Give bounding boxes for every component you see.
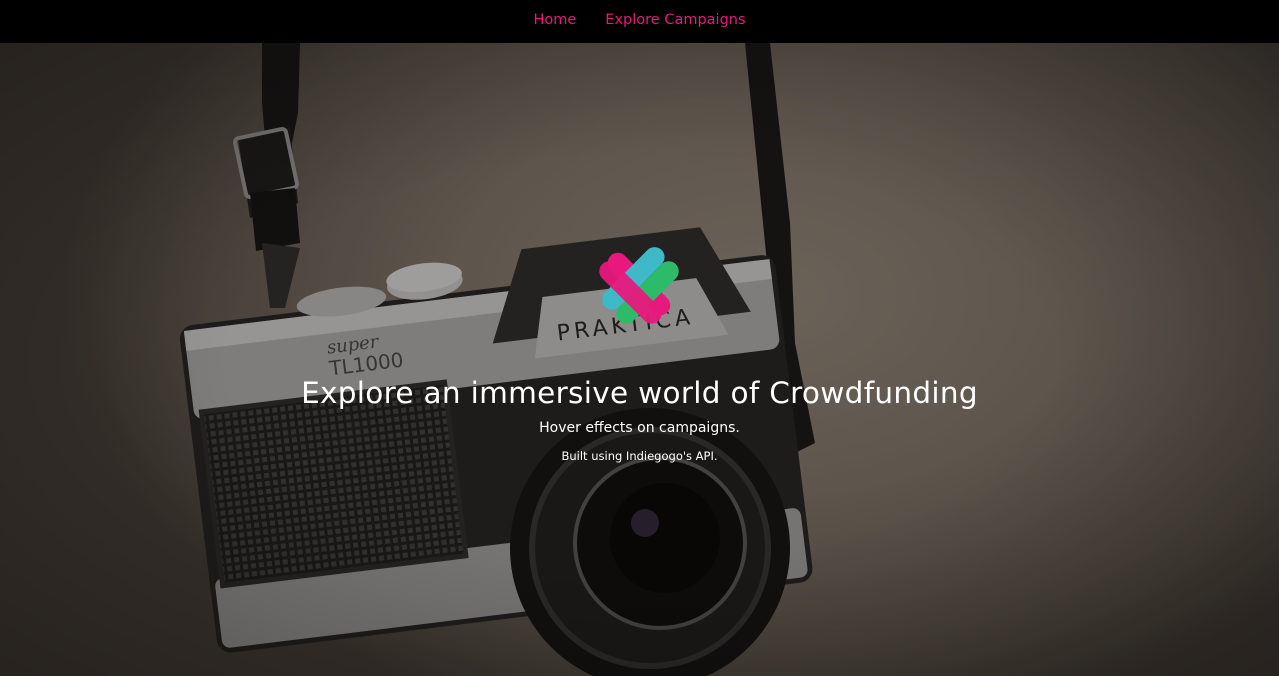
hero-subtitle: Hover effects on campaigns. [539, 420, 740, 436]
hero-note: Built using Indiegogo's API. [561, 449, 718, 463]
hero-section: PRAKTICA super TL1000 [0, 43, 1279, 676]
nav-link-explore-campaigns[interactable]: Explore Campaigns [605, 13, 745, 28]
crowdfunding-logo-icon [599, 247, 679, 324]
hero-title: Explore an immersive world of Crowdfundi… [301, 376, 978, 410]
nav-link-home[interactable]: Home [533, 13, 576, 28]
top-nav: Home Explore Campaigns [0, 0, 1279, 43]
hero-vignette [0, 43, 1279, 676]
